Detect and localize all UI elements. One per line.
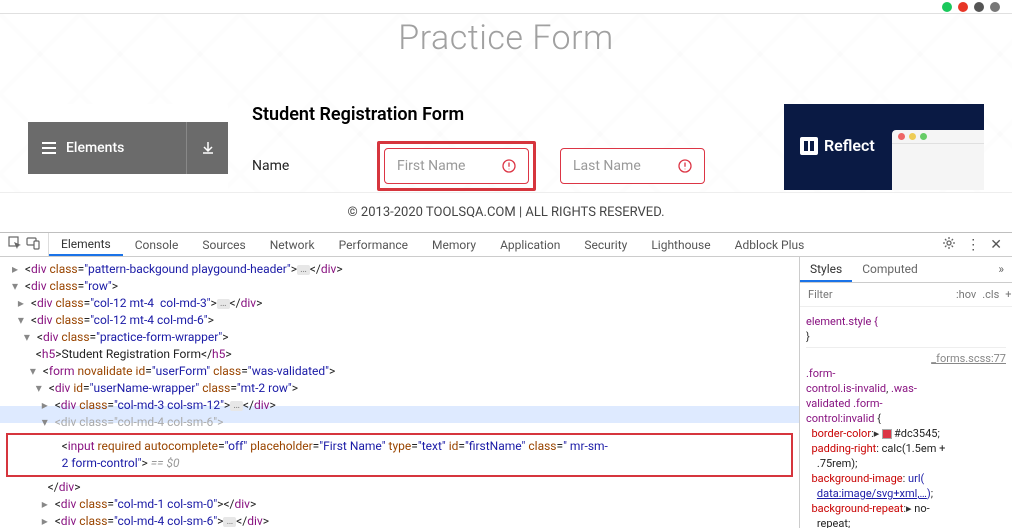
invalid-icon bbox=[502, 159, 516, 173]
placeholder-text: First Name bbox=[397, 158, 465, 174]
ext-icon[interactable] bbox=[990, 2, 1000, 12]
tab-security[interactable]: Security bbox=[572, 233, 639, 256]
devtools-tabs: Elements Console Sources Network Perform… bbox=[49, 233, 816, 256]
form-column: Student Registration Form Name First Nam… bbox=[252, 104, 760, 192]
first-name-highlight: First Name bbox=[377, 141, 536, 191]
download-icon[interactable] bbox=[186, 122, 228, 174]
last-name-input[interactable]: Last Name bbox=[560, 148, 705, 184]
first-name-input[interactable]: First Name bbox=[384, 148, 529, 184]
settings-gear-icon[interactable] bbox=[942, 236, 956, 254]
devtools-panel: Elements Console Sources Network Perform… bbox=[0, 232, 1012, 528]
selected-node-highlight: <input required autocomplete="off" place… bbox=[6, 433, 793, 477]
browser-extension-icons bbox=[942, 2, 1000, 12]
tab-network[interactable]: Network bbox=[258, 233, 327, 256]
sidebar-item-elements[interactable]: Elements bbox=[28, 122, 228, 174]
placeholder-text: Last Name bbox=[573, 158, 641, 174]
tab-computed[interactable]: Computed bbox=[852, 257, 928, 282]
page-viewport: Practice Form Elements Student Registrat… bbox=[0, 14, 1012, 192]
tab-console[interactable]: Console bbox=[123, 233, 191, 256]
device-toolbar-icon[interactable] bbox=[26, 235, 40, 254]
ad-banner[interactable]: Reflect bbox=[784, 104, 984, 190]
inspect-element-icon[interactable] bbox=[8, 235, 22, 254]
tab-memory[interactable]: Memory bbox=[420, 233, 488, 256]
close-icon[interactable]: ✕ bbox=[990, 237, 1002, 253]
devtools-toolbar: Elements Console Sources Network Perform… bbox=[0, 233, 1012, 257]
tab-elements[interactable]: Elements bbox=[49, 233, 123, 256]
tab-performance[interactable]: Performance bbox=[327, 233, 420, 256]
styles-filter-input[interactable] bbox=[806, 286, 950, 303]
menu-icon bbox=[42, 142, 56, 154]
name-label: Name bbox=[252, 158, 377, 174]
ext-icon[interactable] bbox=[958, 2, 968, 12]
reflect-logo-icon bbox=[800, 137, 818, 155]
add-rule-icon[interactable]: + bbox=[1005, 288, 1011, 301]
cls-toggle[interactable]: .cls bbox=[982, 288, 999, 301]
tab-lighthouse[interactable]: Lighthouse bbox=[639, 233, 722, 256]
tab-sources[interactable]: Sources bbox=[190, 233, 257, 256]
sidebar: Elements bbox=[28, 104, 228, 192]
tab-styles[interactable]: Styles bbox=[800, 257, 852, 282]
tab-adblock[interactable]: Adblock Plus bbox=[723, 233, 817, 256]
hov-toggle[interactable]: :hov bbox=[956, 288, 976, 301]
footer-text: © 2013-2020 TOOLSQA.COM | ALL RIGHTS RES… bbox=[347, 205, 664, 220]
ext-icon[interactable] bbox=[974, 2, 984, 12]
elements-tree[interactable]: ▸ <div class="pattern-backgound playgoun… bbox=[0, 257, 799, 528]
browser-address-bar bbox=[0, 0, 1012, 14]
sidebar-item-label: Elements bbox=[66, 140, 124, 156]
ad-column: Reflect bbox=[784, 104, 984, 192]
tab-application[interactable]: Application bbox=[488, 233, 572, 256]
more-tabs-icon[interactable]: » bbox=[990, 257, 1012, 282]
invalid-icon bbox=[678, 159, 692, 173]
ad-brand: Reflect bbox=[824, 136, 875, 155]
footer: © 2013-2020 TOOLSQA.COM | ALL RIGHTS RES… bbox=[0, 192, 1012, 232]
ad-mini-window bbox=[892, 130, 984, 190]
form-heading: Student Registration Form bbox=[252, 104, 760, 125]
ext-icon[interactable] bbox=[942, 2, 952, 12]
source-link[interactable]: _forms.scss:77 bbox=[931, 351, 1006, 366]
more-vertical-icon[interactable]: ⋮ bbox=[966, 237, 980, 253]
styles-rules[interactable]: element.style { } _forms.scss:77 .form- … bbox=[800, 307, 1012, 528]
styles-panel: Styles Computed » :hov .cls + element.st… bbox=[799, 257, 1012, 528]
